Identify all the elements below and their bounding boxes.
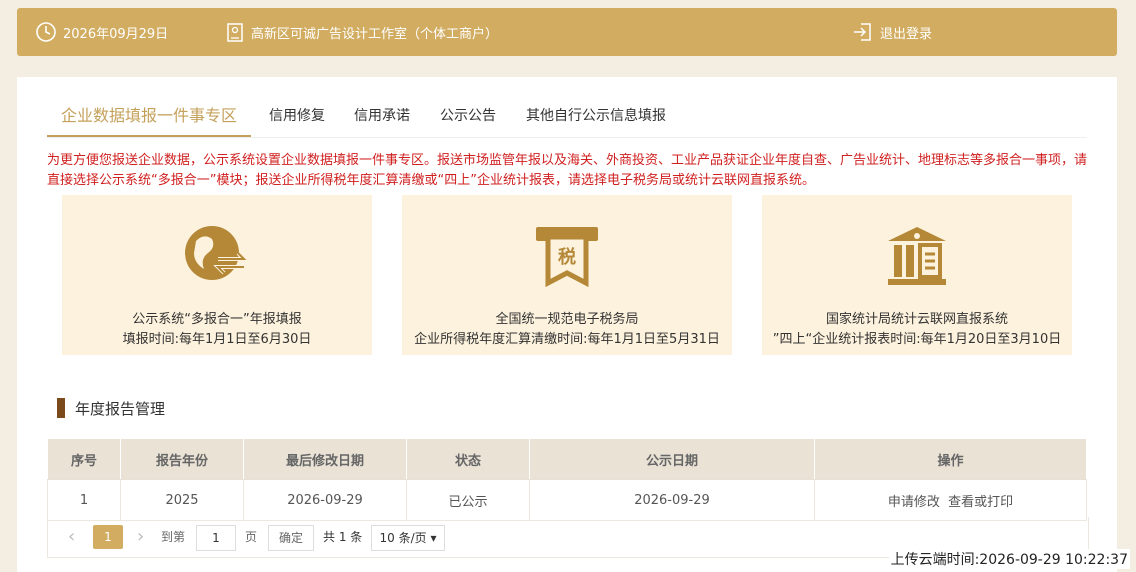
- total-count: 共 1 条: [323, 530, 363, 544]
- col-status: 状态: [406, 438, 530, 480]
- page-number-current[interactable]: 1: [93, 525, 123, 549]
- col-modified: 最后修改日期: [243, 438, 407, 480]
- date-text: 2026年09月29日: [63, 26, 169, 42]
- building-icon: [227, 23, 243, 42]
- section-title: 年度报告管理: [75, 399, 166, 418]
- col-no: 序号: [47, 438, 121, 480]
- tab-credit-repair[interactable]: 信用修复: [269, 97, 325, 135]
- section-header: 年度报告管理: [57, 397, 165, 419]
- tab-data-filing[interactable]: 企业数据填报一件事专区: [47, 97, 252, 137]
- cell-no: 1: [47, 479, 121, 521]
- goto-page-input[interactable]: 1: [196, 525, 236, 551]
- cell-pub-date: 2026-09-29: [529, 479, 815, 521]
- col-pub-date: 公示日期: [529, 438, 815, 480]
- tile-period: 填报时间:每年1月1日至6月30日: [122, 332, 312, 347]
- tile-period: ”四上“企业统计报表时间:每年1月20日至3月10日: [772, 332, 1062, 347]
- company-name: 高新区可诚广告设计工作室（个体工商户）: [251, 26, 499, 42]
- tax-icon-text: 税: [558, 246, 576, 268]
- tile-annual-report[interactable]: 公示系统“多报合一”年报填报 填报时间:每年1月1日至6月30日: [62, 195, 372, 355]
- annual-report-table: 序号 报告年份 最后修改日期 状态 公示日期 操作 1 2025 2026-09…: [47, 438, 1087, 521]
- col-action: 操作: [814, 438, 1087, 480]
- tab-credit-commitment[interactable]: 信用承诺: [354, 97, 410, 135]
- company-display: 高新区可诚广告设计工作室（个体工商户）: [225, 8, 498, 56]
- globe-exchange-icon: [185, 226, 249, 280]
- tile-title: 公示系统“多报合一”年报填报: [132, 312, 302, 327]
- date-display: 2026年09月29日: [35, 8, 168, 56]
- table-header-row: 序号 报告年份 最后修改日期 状态 公示日期 操作: [47, 438, 1087, 480]
- tile-title: 国家统计局统计云联网直报系统: [825, 312, 1008, 327]
- tab-announcements[interactable]: 公示公告: [440, 97, 496, 135]
- page-unit-label: 页: [245, 530, 258, 544]
- logout-button[interactable]: 退出登录: [852, 8, 932, 56]
- cell-year: 2025: [120, 479, 244, 521]
- cell-actions: 申请修改 查看或打印: [814, 479, 1087, 521]
- page-size-select[interactable]: 10 条/页 ▾: [371, 525, 445, 551]
- col-year: 报告年份: [120, 438, 244, 480]
- apply-modify-link[interactable]: 申请修改: [888, 495, 940, 510]
- page-size-value: 10 条/页: [379, 531, 427, 545]
- cell-modified: 2026-09-29: [243, 479, 407, 521]
- tab-bar: 企业数据填报一件事专区 信用修复 信用承诺 公示公告 其他自行公示信息填报: [47, 97, 1087, 138]
- tile-period: 企业所得税年度汇算清缴时间:每年1月1日至5月31日: [414, 332, 720, 347]
- view-print-link[interactable]: 查看或打印: [948, 495, 1013, 510]
- section-marker: [57, 398, 65, 418]
- tile-title: 全国统一规范电子税务局: [495, 312, 639, 327]
- upload-time: 上传云端时间:2026-09-29 10:22:37: [888, 549, 1130, 569]
- prev-page-button[interactable]: ‹: [68, 525, 75, 549]
- tile-e-tax[interactable]: 税 全国统一规范电子税务局 企业所得税年度汇算清缴时间:每年1月1日至5月31日: [402, 195, 732, 355]
- notice-text: 为更方便您报送企业数据，公示系统设置企业数据填报一件事专区。报送市场监管年报以及…: [47, 153, 1088, 188]
- government-building-icon: [888, 227, 946, 285]
- goto-label: 到第: [161, 530, 186, 544]
- main-card: 企业数据填报一件事专区 信用修复 信用承诺 公示公告 其他自行公示信息填报 为更…: [17, 77, 1117, 572]
- logout-icon: [854, 23, 871, 41]
- tab-other-disclosure[interactable]: 其他自行公示信息填报: [526, 97, 666, 135]
- cell-status: 已公示: [406, 479, 530, 521]
- confirm-button[interactable]: 确定: [268, 525, 314, 551]
- tax-ticket-icon: 税: [536, 227, 598, 288]
- chevron-down-icon: ▾: [430, 531, 437, 545]
- tile-statistics[interactable]: 国家统计局统计云联网直报系统 ”四上“企业统计报表时间:每年1月20日至3月10…: [762, 195, 1072, 355]
- top-bar: 2026年09月29日 高新区可诚广告设计工作室（个体工商户） 退出登录: [17, 8, 1117, 56]
- clock-icon: [36, 22, 56, 42]
- table-row: 1 2025 2026-09-29 已公示 2026-09-29 申请修改 查看…: [47, 479, 1087, 521]
- logout-label: 退出登录: [880, 26, 933, 42]
- next-page-button[interactable]: ›: [137, 525, 144, 549]
